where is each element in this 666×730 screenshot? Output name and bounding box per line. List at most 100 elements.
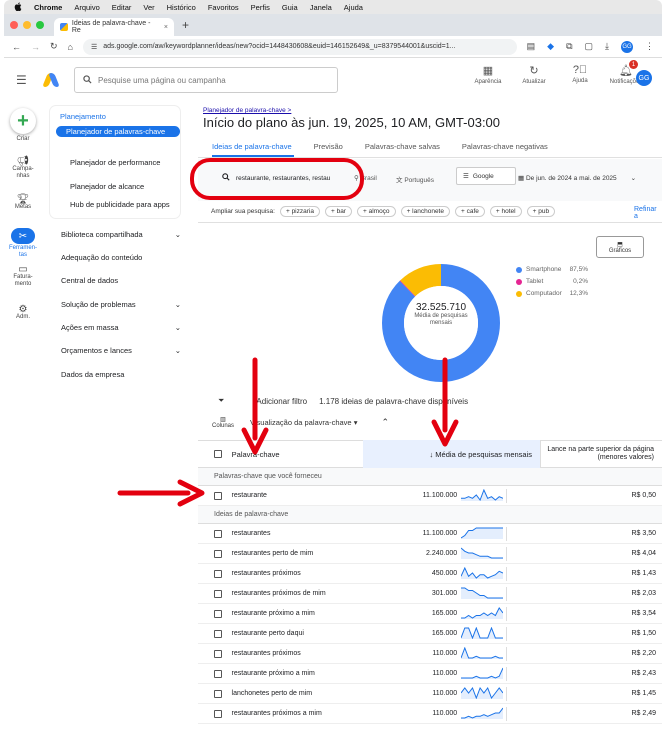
sidebar-icon[interactable]: ▢ <box>585 41 594 52</box>
table-row[interactable]: restaurante próximo a mim 165.000 R$ 3,54 <box>198 604 662 624</box>
forward-icon[interactable]: → <box>31 42 40 52</box>
row-checkbox[interactable] <box>214 491 222 500</box>
keyword-view-dropdown[interactable]: Visualização da palavra-chave ▾ <box>250 418 357 427</box>
header-monthly-searches[interactable]: ↓ Média de pesquisas mensais <box>363 440 542 468</box>
columns-button[interactable]: ▥ Colunas <box>212 416 234 429</box>
extension-icon[interactable]: ◆ <box>547 41 554 52</box>
address-bar[interactable]: ☰ ads.google.com/aw/keywordplanner/ideas… <box>82 38 517 55</box>
menu-item-ver[interactable]: Ver <box>143 3 154 12</box>
menu-item-editar[interactable]: Editar <box>112 3 132 12</box>
collapse-icon[interactable]: ⌃ <box>381 417 389 428</box>
row-checkbox[interactable] <box>214 529 222 538</box>
extensions-puzzle-icon[interactable]: ⧉ <box>566 41 572 52</box>
table-row[interactable]: restaurantes próximos 110.000 R$ 2,20 <box>198 644 662 664</box>
nav-item-budgets-bids[interactable]: Orçamentos e lances ⌄ <box>61 346 181 355</box>
row-checkbox[interactable] <box>214 629 222 638</box>
rail-item-campaigns[interactable]: 📢︎ Campa-nhas <box>4 157 42 180</box>
back-icon[interactable]: ← <box>12 42 21 52</box>
chip-pub[interactable]: + pub <box>526 206 556 217</box>
table-row[interactable]: restaurantes próximos 450.000 R$ 1,43 <box>198 564 662 584</box>
tab-keyword-ideas[interactable]: Ideias de palavra-chave <box>212 142 292 151</box>
menu-item-perfis[interactable]: Perfis <box>251 3 270 12</box>
table-row[interactable]: restaurante perto daqui 165.000 R$ 1,50 <box>198 624 662 644</box>
menu-item-janela[interactable]: Janela <box>310 3 332 12</box>
maximize-window-button[interactable] <box>36 21 44 29</box>
help-button[interactable]: ?⃝ Ajuda <box>562 64 598 85</box>
breadcrumb[interactable]: Planejador de palavra-chave > <box>203 107 291 114</box>
row-checkbox[interactable] <box>214 649 222 658</box>
nav-item-keyword-planner[interactable]: Planejador de palavras-chave <box>56 126 180 137</box>
row-checkbox[interactable] <box>214 689 222 698</box>
date-range-selector[interactable]: ▦ De jun. de 2024 a mai. de 2025 ⌄ <box>518 174 636 182</box>
nav-item-app-hub[interactable]: Hub de publicidade para apps <box>70 200 174 209</box>
nav-item-business-data[interactable]: Dados da empresa <box>61 370 181 379</box>
network-selector[interactable]: ☰ Google <box>456 167 516 185</box>
page-search-input[interactable]: Pesquise uma página ou campanha <box>74 67 338 93</box>
nav-item-content-suitability[interactable]: Adequação do conteúdo <box>61 253 181 262</box>
download-icon[interactable]: ⤓ <box>605 41 609 52</box>
refresh-button[interactable]: ↻ Atualizar <box>516 64 552 85</box>
rail-item-admin[interactable]: ⚙ Adm. <box>4 305 42 321</box>
chip-hotel[interactable]: + hotel <box>489 206 522 217</box>
account-avatar[interactable]: GG <box>636 70 652 86</box>
browser-menu-icon[interactable]: ⋮ <box>645 41 654 52</box>
refine-keywords-link[interactable]: Refinar a <box>634 206 662 220</box>
menu-item-favoritos[interactable]: Favoritos <box>208 3 239 12</box>
tab-saved-keywords[interactable]: Palavras-chave salvas <box>365 142 440 151</box>
header-top-bid-low[interactable]: Lance na parte superior da página (menor… <box>541 446 662 462</box>
row-checkbox[interactable] <box>214 549 222 558</box>
table-row[interactable]: restaurantes perto de mim 2.240.000 R$ 4,0… <box>198 544 662 564</box>
rail-item-create[interactable]: + Criar <box>4 108 42 143</box>
nav-item-reach-planner[interactable]: Planejador de alcance <box>70 182 185 191</box>
appearance-button[interactable]: ▦ Aparência <box>470 64 506 85</box>
nav-item-troubleshooting[interactable]: Solução de problemas ⌄ <box>61 300 181 309</box>
menu-item-ajuda[interactable]: Ajuda <box>344 3 363 12</box>
tab-negative-keywords[interactable]: Palavras-chave negativas <box>462 142 548 151</box>
table-row[interactable]: lanchonetes perto de mim 110.000 R$ 1,45 <box>198 684 662 704</box>
menu-item-arquivo[interactable]: Arquivo <box>74 3 99 12</box>
select-all-checkbox[interactable] <box>214 450 222 458</box>
row-checkbox[interactable] <box>214 609 222 618</box>
home-icon[interactable]: ⌂ <box>68 42 73 52</box>
google-ads-logo[interactable] <box>43 73 59 87</box>
nav-item-bulk-actions[interactable]: Ações em massa ⌄ <box>61 323 181 332</box>
site-info-icon[interactable]: ☰ <box>91 43 97 51</box>
minimize-window-button[interactable] <box>23 21 31 29</box>
close-window-button[interactable] <box>10 21 18 29</box>
hamburger-menu-icon[interactable]: ☰ <box>16 73 27 87</box>
row-checkbox[interactable] <box>214 569 222 578</box>
nav-item-data-manager[interactable]: Central de dados <box>61 276 181 285</box>
table-row[interactable]: restaurante próximo a mim 110.000 R$ 2,43 <box>198 664 662 684</box>
chip-pizzaria[interactable]: + pizzaria <box>279 206 320 217</box>
graphs-button[interactable]: ⬒ Gráficos <box>596 236 644 258</box>
header-keyword[interactable]: Palavra-chave <box>232 450 364 459</box>
reader-icon[interactable]: ▤ <box>527 41 536 52</box>
tab-close-icon[interactable]: × <box>164 24 168 31</box>
profile-avatar[interactable]: GG <box>621 40 633 53</box>
reload-icon[interactable]: ↻ <box>50 41 58 52</box>
table-row[interactable]: restaurantes próximos a mim 110.000 R$ 2,4… <box>198 704 662 724</box>
rail-item-goals[interactable]: 🏆︎ Metas <box>4 195 42 211</box>
language-selector[interactable]: 文 Português <box>396 174 434 184</box>
table-row[interactable]: restaurante 11.100.000 R$ 0,50 <box>198 486 662 506</box>
chip-cafe[interactable]: + cafe <box>454 206 485 217</box>
menu-app-name[interactable]: Chrome <box>34 3 62 12</box>
nav-section-planning[interactable]: Planejamento <box>60 112 106 121</box>
row-checkbox[interactable] <box>214 589 222 598</box>
tab-forecast[interactable]: Previsão <box>314 142 343 151</box>
table-row[interactable]: restaurantes 11.100.000 R$ 3,50 <box>198 524 662 544</box>
menu-item-historico[interactable]: Histórico <box>167 3 196 12</box>
table-row[interactable]: restaurantes próximos de mim 301.000 R$ 2,… <box>198 584 662 604</box>
chip-almoco[interactable]: + almoço <box>356 206 396 217</box>
browser-tab[interactable]: Ideias de palavra-chave - Re × <box>54 18 174 36</box>
filter-icon[interactable]: ⏷ <box>218 396 224 406</box>
nav-item-performance-planner[interactable]: Planejador de performance <box>70 158 185 167</box>
apple-icon[interactable] <box>14 2 22 13</box>
nav-item-shared-library[interactable]: Biblioteca compartilhada ⌄ <box>61 230 181 239</box>
new-tab-button[interactable]: + <box>174 18 197 36</box>
rail-item-tools[interactable]: ✂ Ferramen-tas <box>4 228 42 259</box>
rail-item-billing[interactable]: ▭ Fatura-mento <box>4 265 42 288</box>
chip-bar[interactable]: + bar <box>324 206 352 217</box>
add-filter-button[interactable]: Adicionar filtro <box>256 397 307 406</box>
chip-lanchonete[interactable]: + lanchonete <box>400 206 450 217</box>
